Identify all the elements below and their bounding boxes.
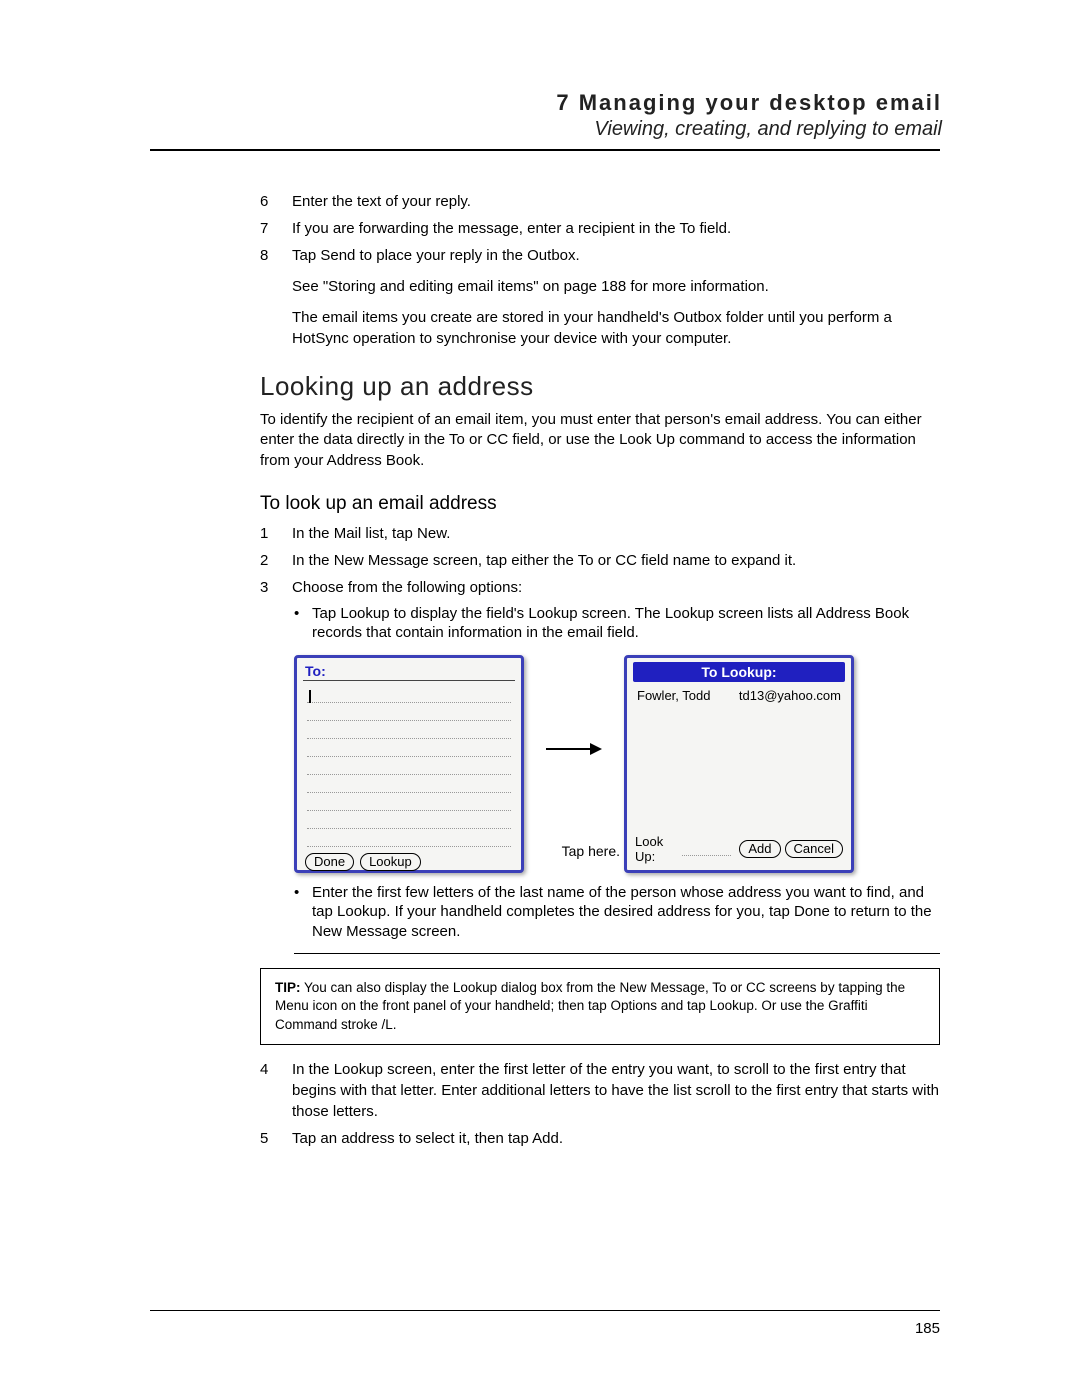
arrow-icon bbox=[544, 739, 604, 759]
lookup-bottom-row: Look Up: Add Cancel bbox=[633, 832, 845, 864]
step-2: 2 In the New Message screen, tap either … bbox=[260, 550, 940, 571]
lookup-label: Look Up: bbox=[635, 834, 678, 864]
screen-to-lookup: To Lookup: Fowler, Todd td13@yahoo.com L… bbox=[624, 655, 854, 873]
tap-here-label: Tap here. bbox=[562, 843, 620, 859]
step-4: 4 In the Lookup screen, enter the first … bbox=[260, 1059, 940, 1122]
body-content: 6 Enter the text of your reply. 7 If you… bbox=[260, 191, 940, 1149]
step-8-note-a: See "Storing and editing email items" on… bbox=[260, 272, 940, 297]
add-button[interactable]: Add bbox=[739, 840, 780, 858]
step-3: 3 Choose from the following options: bbox=[260, 577, 940, 598]
lookup-entry-email: td13@yahoo.com bbox=[739, 688, 841, 703]
step-8: 8 Tap Send to place your reply in the Ou… bbox=[260, 245, 940, 266]
heading-to-look-up: To look up an email address bbox=[260, 493, 940, 515]
lookup-button[interactable]: Lookup bbox=[360, 853, 421, 871]
lookup-entry[interactable]: Fowler, Todd td13@yahoo.com bbox=[637, 688, 841, 703]
step-8-note-b: The email items you create are stored in… bbox=[260, 303, 940, 349]
lookup-entry-name: Fowler, Todd bbox=[637, 688, 710, 703]
screen-to-field: To: Done Lookup bbox=[294, 655, 524, 873]
footer-rule bbox=[150, 1310, 940, 1311]
figure-row: To: Done Lookup bbox=[294, 655, 940, 873]
bullet-lookup: Tap Lookup to display the field's Lookup… bbox=[294, 604, 940, 643]
header-rule bbox=[150, 149, 940, 151]
arrow-column: Tap here. bbox=[524, 655, 624, 873]
heading-lookup: Looking up an address bbox=[260, 371, 940, 402]
step-6: 6 Enter the text of your reply. bbox=[260, 191, 940, 212]
step-1: 1 In the Mail list, tap New. bbox=[260, 523, 940, 544]
tip-text: You can also display the Lookup dialog b… bbox=[275, 980, 905, 1031]
to-button-row: Done Lookup bbox=[303, 849, 515, 871]
step-7: 7 If you are forwarding the message, ent… bbox=[260, 218, 940, 239]
page: 7 Managing your desktop email Viewing, c… bbox=[0, 0, 1080, 1397]
lookup-intro-para: To identify the recipient of an email it… bbox=[260, 410, 940, 471]
cancel-button[interactable]: Cancel bbox=[785, 840, 843, 858]
section-title: Viewing, creating, and replying to email bbox=[150, 118, 942, 141]
page-number: 185 bbox=[915, 1320, 940, 1337]
lookup-list: Fowler, Todd td13@yahoo.com bbox=[633, 686, 845, 832]
chapter-title: 7 Managing your desktop email bbox=[150, 90, 942, 116]
lookup-title: To Lookup: bbox=[633, 662, 845, 682]
bullet-enter-letters: Enter the first few letters of the last … bbox=[294, 883, 940, 942]
to-input-area bbox=[303, 683, 515, 849]
page-header: 7 Managing your desktop email Viewing, c… bbox=[150, 90, 942, 141]
tip-label: TIP: bbox=[275, 980, 301, 995]
done-button[interactable]: Done bbox=[305, 853, 354, 871]
step-5: 5 Tap an address to select it, then tap … bbox=[260, 1128, 940, 1149]
to-title: To: bbox=[303, 662, 515, 681]
tip-box: TIP: You can also display the Lookup dia… bbox=[260, 968, 940, 1045]
divider bbox=[294, 953, 940, 954]
input-line bbox=[307, 685, 511, 703]
lookup-input[interactable] bbox=[682, 841, 731, 856]
